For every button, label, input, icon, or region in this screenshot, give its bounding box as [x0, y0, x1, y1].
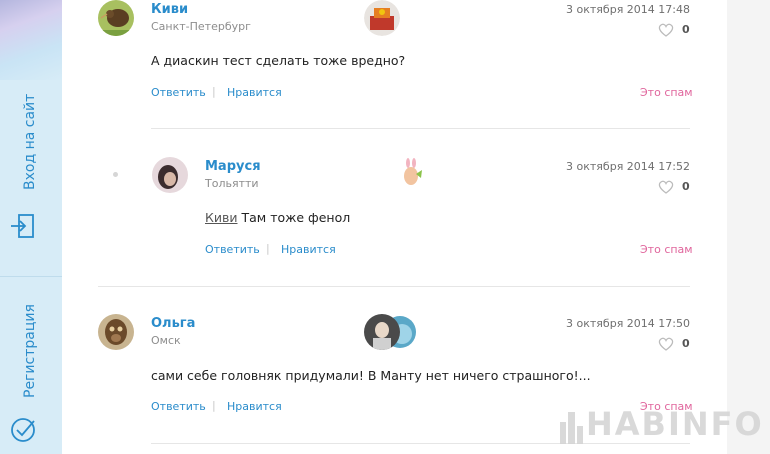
avatar[interactable] — [152, 157, 188, 193]
report-spam-button[interactable]: Это спам — [640, 86, 693, 99]
watermark-logo: HABINFO — [586, 405, 764, 443]
watermark-skyline-icon — [560, 412, 583, 444]
comment-text: А диаскин тест сделать тоже вредно? — [151, 53, 406, 68]
sidebar-decoration — [0, 0, 62, 80]
right-gutter — [727, 0, 770, 454]
comment-divider — [151, 443, 690, 444]
action-separator: | — [212, 399, 216, 412]
comment-date: 3 октября 2014 17:50 — [566, 317, 690, 330]
auth-sidebar: Вход на сайт Регистрация — [0, 0, 62, 454]
login-arrow-icon[interactable] — [9, 212, 37, 240]
like-count: 0 — [682, 337, 690, 350]
comment-date: 3 октября 2014 17:48 — [566, 3, 690, 16]
avatar[interactable] — [98, 0, 134, 36]
reply-button[interactable]: Ответить — [205, 243, 260, 256]
author-city: Тольятти — [205, 177, 259, 190]
action-separator: | — [266, 242, 270, 255]
author-name[interactable]: Киви — [151, 2, 188, 17]
like-count: 0 — [682, 180, 690, 193]
action-separator: | — [212, 85, 216, 98]
author-name[interactable]: Маруся — [205, 159, 261, 174]
mention-link[interactable]: Киви — [205, 210, 238, 225]
comments-panel: Киви Санкт-Петербург 3 октября 2014 17:4… — [62, 0, 727, 454]
comment-text: сами себе головняк придумали! В Манту не… — [151, 368, 591, 383]
achievement-badge — [364, 0, 400, 36]
check-circle-icon[interactable] — [9, 416, 37, 444]
heart-icon[interactable] — [657, 22, 675, 38]
author-city: Санкт-Петербург — [151, 20, 251, 33]
avatar[interactable] — [98, 314, 134, 350]
comment-date: 3 октября 2014 17:52 — [566, 160, 690, 173]
comment-text: Киви Там тоже фенол — [205, 210, 350, 225]
like-count: 0 — [682, 23, 690, 36]
like-button[interactable]: Нравится — [227, 400, 282, 413]
achievement-badge — [394, 156, 430, 192]
reply-button[interactable]: Ответить — [151, 86, 206, 99]
reply-button[interactable]: Ответить — [151, 400, 206, 413]
like-button[interactable]: Нравится — [227, 86, 282, 99]
report-spam-button[interactable]: Это спам — [640, 243, 693, 256]
register-link[interactable]: Регистрация — [22, 304, 38, 398]
comment-divider — [151, 128, 690, 129]
login-link[interactable]: Вход на сайт — [22, 94, 38, 190]
sidebar-divider — [0, 276, 62, 277]
author-name[interactable]: Ольга — [151, 316, 195, 331]
like-button[interactable]: Нравится — [281, 243, 336, 256]
comment-divider — [98, 286, 690, 287]
achievement-badge — [364, 314, 400, 350]
thread-dot — [113, 172, 118, 177]
heart-icon[interactable] — [657, 179, 675, 195]
author-city: Омск — [151, 334, 181, 347]
comment-body: Там тоже фенол — [241, 210, 351, 225]
heart-icon[interactable] — [657, 336, 675, 352]
